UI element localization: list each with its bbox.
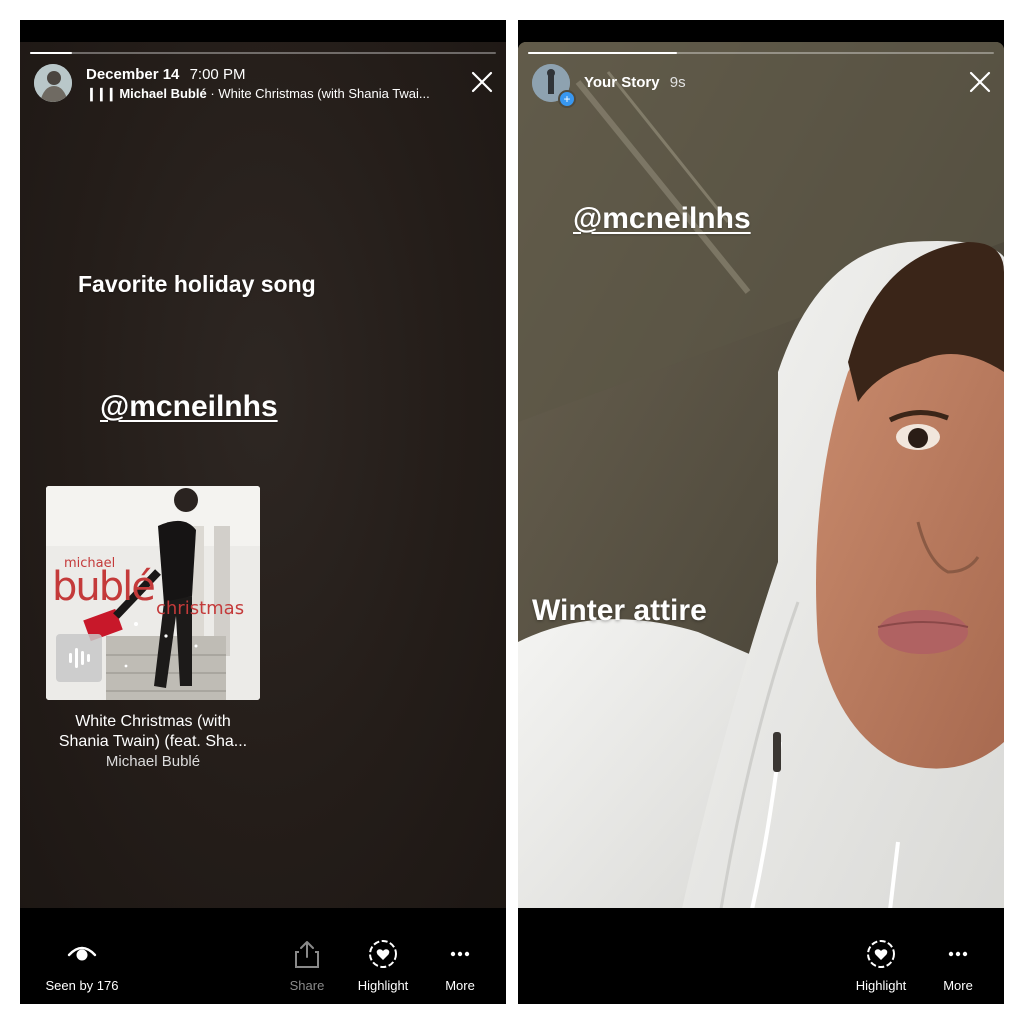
more-button[interactable]: More: [438, 938, 482, 993]
story-text-sticker: Favorite holiday song: [78, 271, 316, 297]
share-icon: [295, 941, 319, 968]
story-progress-fill: [30, 52, 72, 54]
close-icon[interactable]: [470, 70, 494, 94]
story-viewer-left: December 14 7:00 PM ❙❙❙ Michael Bublé · …: [20, 20, 506, 1004]
eye-icon: [67, 946, 97, 961]
more-label: More: [445, 978, 475, 993]
mention-sticker[interactable]: @mcneilnhs: [100, 390, 278, 424]
story-progress-fill: [528, 52, 678, 54]
story-time: 7:00 PM: [189, 66, 246, 83]
story-date: December 14: [86, 66, 180, 83]
highlight-label: Highlight: [357, 978, 409, 993]
add-story-badge-icon[interactable]: +: [558, 90, 576, 108]
song-title-line1: White Christmas (with: [75, 713, 231, 730]
mention-sticker[interactable]: @mcneilnhs: [573, 202, 751, 236]
album-cover-artist-last: bublé: [52, 564, 156, 610]
avatar[interactable]: [34, 64, 72, 102]
song-title-line2: Shania Twain) (feat. Sha...: [58, 733, 248, 750]
music-title: White Christmas (with Shania Twai...: [218, 86, 430, 101]
story-viewer-right: + Your Story 9s @mcneilnhs Winter attire…: [518, 20, 1004, 1004]
seen-by-button[interactable]: Seen by 176: [40, 938, 124, 993]
seen-by-label: Seen by 176: [45, 978, 119, 993]
story-elapsed-time: 9s: [669, 74, 686, 91]
caption-text-sticker: Winter attire: [532, 594, 707, 627]
music-artist: Michael Bublé: [119, 86, 207, 101]
highlight-heart-icon: [867, 940, 895, 968]
close-icon[interactable]: [968, 70, 992, 94]
story-action-bar: Seen by 176 Share Highlight More: [20, 908, 506, 1004]
story-progress-bar: [30, 52, 496, 54]
story-card[interactable]: + Your Story 9s @mcneilnhs Winter attire: [518, 42, 1004, 927]
highlight-button[interactable]: Highlight: [350, 938, 416, 993]
story-progress-bar: [528, 52, 994, 54]
share-button[interactable]: Share: [282, 938, 332, 993]
more-button[interactable]: More: [936, 938, 980, 993]
music-info[interactable]: ❙❙❙ Michael Bublé · White Christmas (wit…: [86, 86, 430, 102]
highlight-heart-icon: [369, 940, 397, 968]
music-sticker[interactable]: michael bublé christmas: [46, 486, 260, 700]
share-label: Share: [289, 978, 325, 993]
story-username[interactable]: Your Story: [584, 74, 660, 91]
more-dots-icon: [948, 951, 968, 957]
story-card[interactable]: December 14 7:00 PM ❙❙❙ Michael Bublé · …: [20, 42, 506, 927]
song-artist: Michael Bublé: [105, 753, 201, 770]
story-action-bar: Highlight More: [518, 908, 1004, 1004]
story-photo: [518, 42, 1004, 927]
music-bars-icon: ❙❙❙: [86, 86, 117, 101]
highlight-label: Highlight: [855, 978, 907, 993]
album-cover-title: christmas: [156, 598, 245, 619]
more-label: More: [943, 978, 973, 993]
more-dots-icon: [450, 951, 470, 957]
audio-waveform-icon[interactable]: [56, 634, 102, 682]
highlight-button[interactable]: Highlight: [848, 938, 914, 993]
